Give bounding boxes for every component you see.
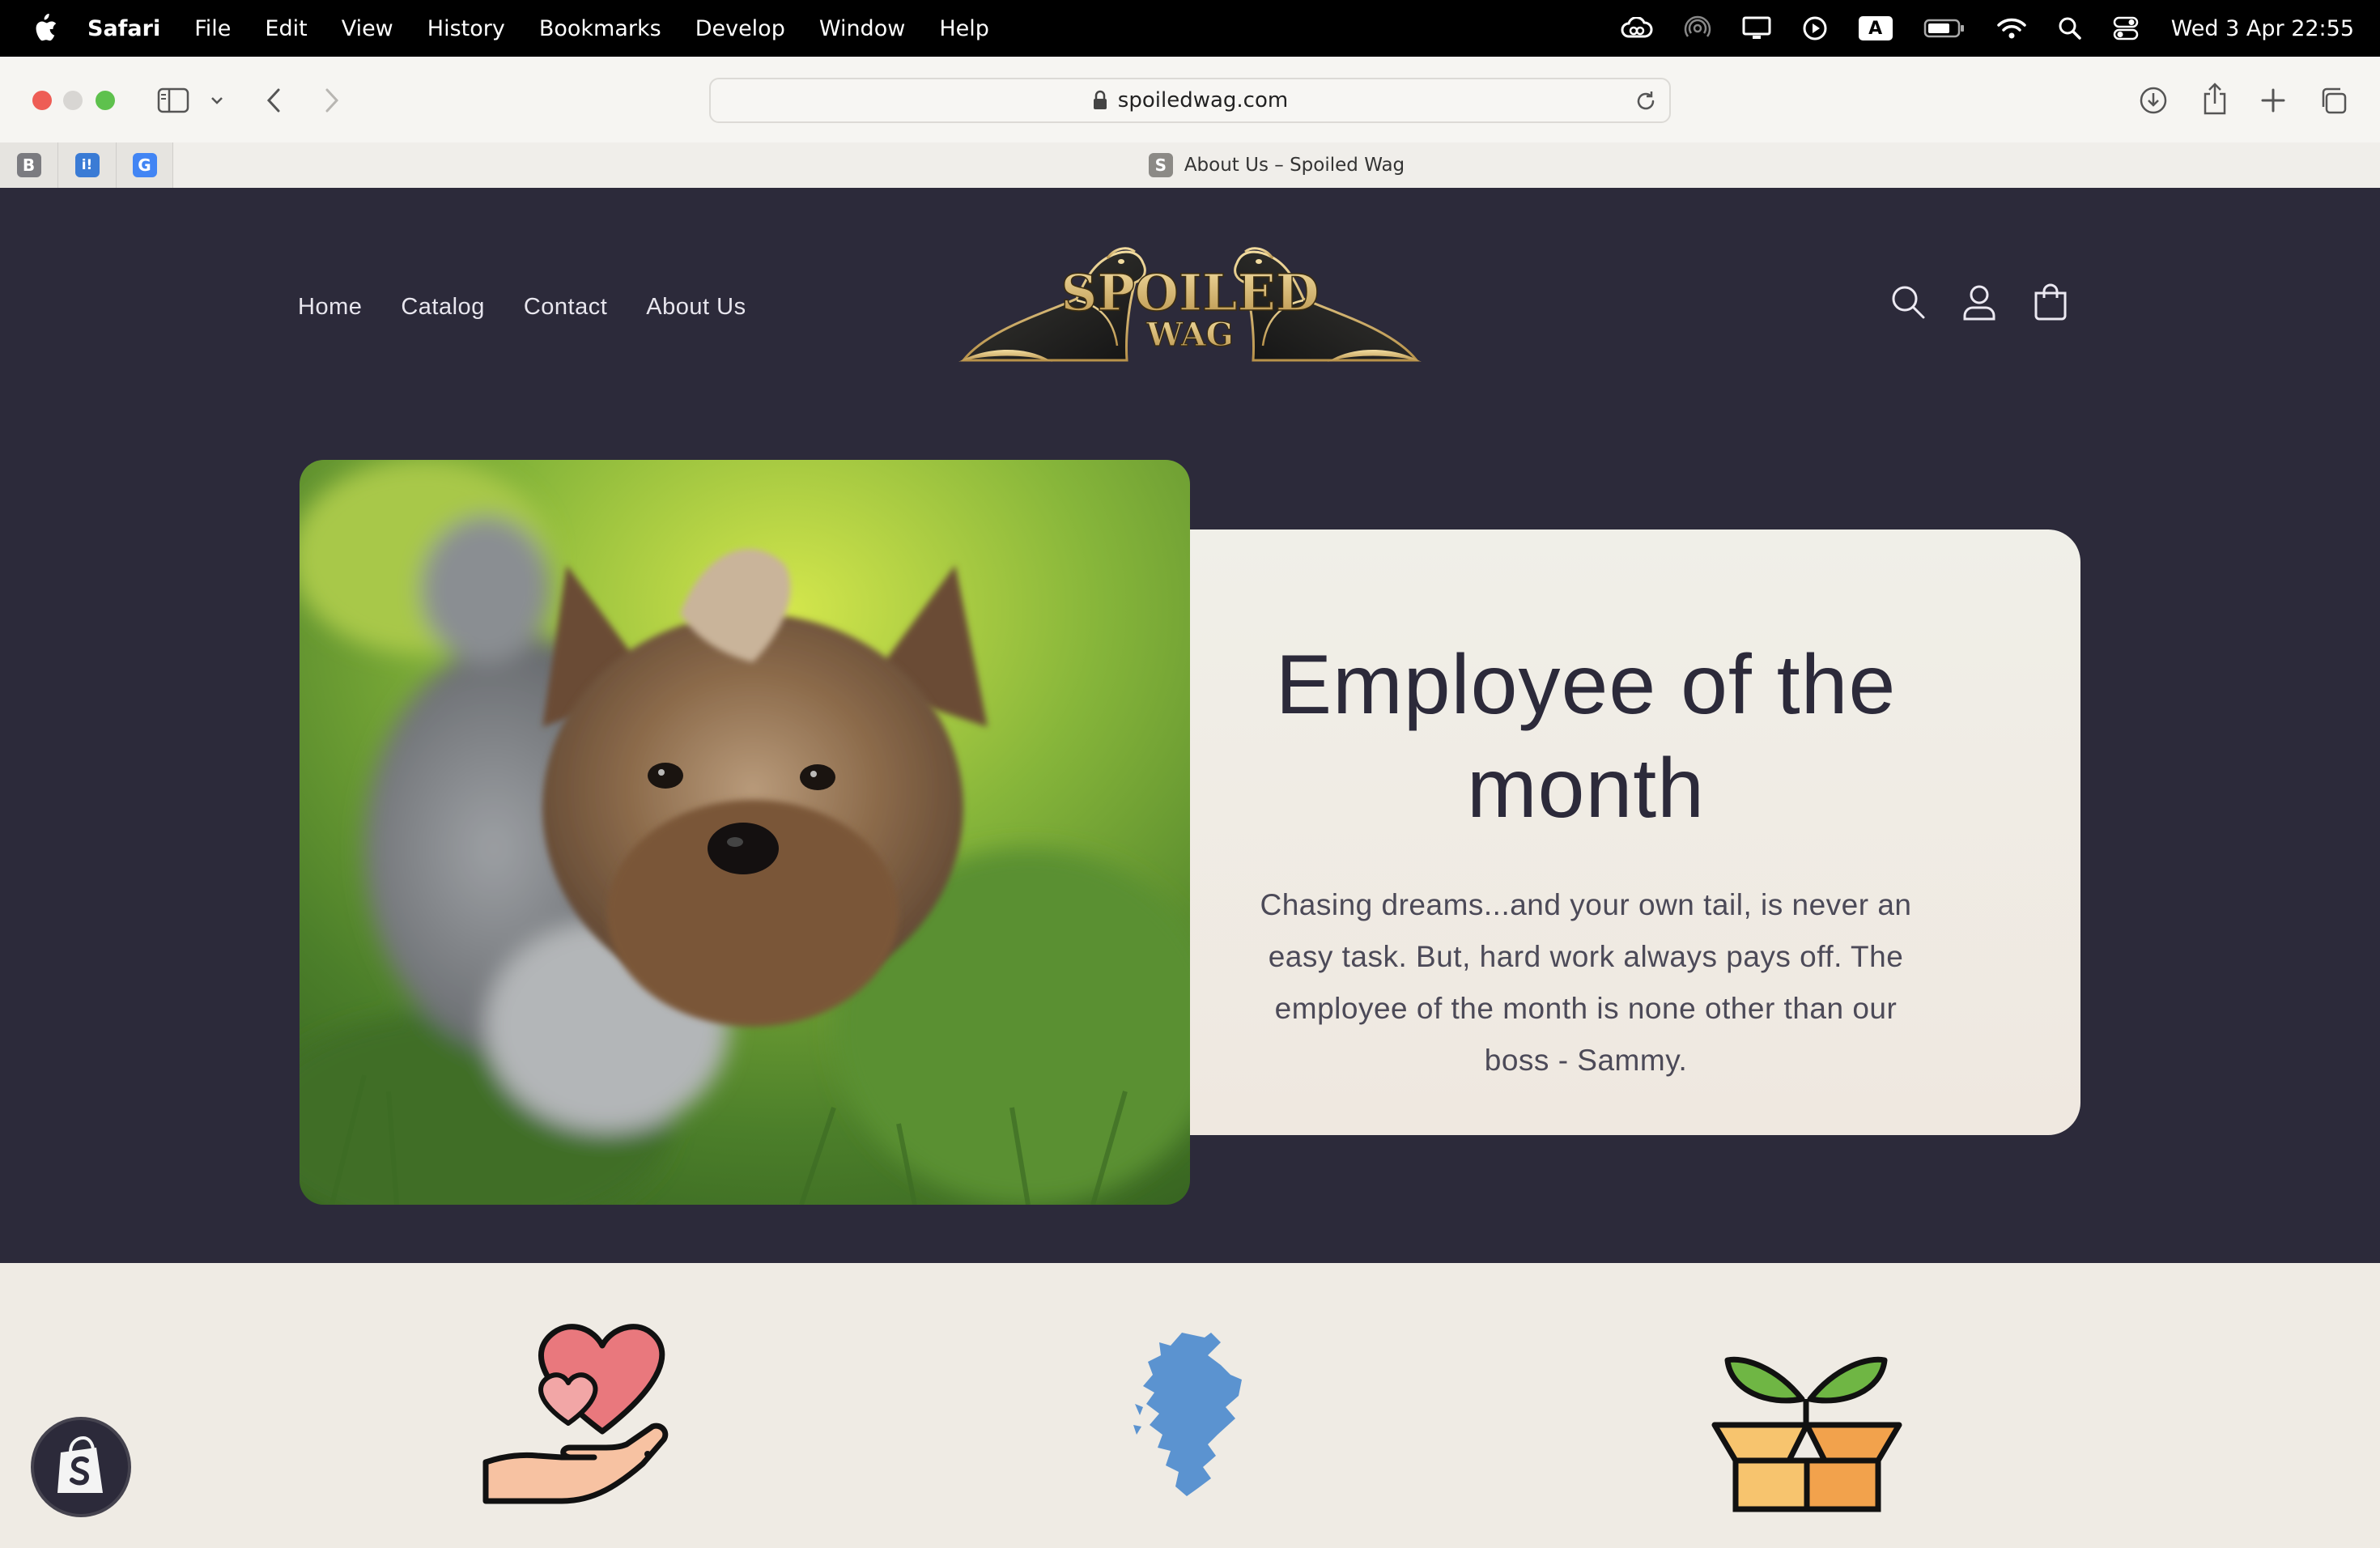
plant-box-icon <box>1711 1356 1902 1512</box>
hand-heart-icon <box>482 1324 669 1504</box>
account-icon[interactable] <box>1959 282 2000 322</box>
tab-overview-icon[interactable] <box>2315 83 2351 118</box>
airdrop-icon[interactable] <box>1684 15 1711 42</box>
active-tab[interactable]: S About Us – Spoiled Wag <box>173 142 2380 188</box>
spoiled-wag-logo[interactable]: SPOILED WAG <box>955 232 1425 370</box>
employee-of-month-card: Employee of the month Chasing dreams...a… <box>1190 529 2080 1135</box>
site-nav: Home Catalog Contact About Us <box>298 287 785 327</box>
nav-about-us[interactable]: About Us <box>646 294 746 321</box>
menu-safari[interactable]: Safari <box>87 16 160 41</box>
tab-group-chevron-down-icon[interactable] <box>207 91 227 110</box>
back-button[interactable] <box>259 83 288 118</box>
url-text: spoiledwag.com <box>1117 88 1289 113</box>
pinned-tab-b[interactable]: B <box>0 142 58 188</box>
menu-window[interactable]: Window <box>819 16 905 41</box>
spotlight-icon[interactable] <box>2058 16 2082 40</box>
menu-bookmarks[interactable]: Bookmarks <box>539 16 661 41</box>
reload-icon[interactable] <box>1634 89 1658 119</box>
hero-body: Chasing dreams...and your own tail, is n… <box>1260 888 1912 1077</box>
hero-heading: Employee of the month <box>1275 638 1897 836</box>
menu-help[interactable]: Help <box>939 16 989 41</box>
nav-home[interactable]: Home <box>298 294 362 321</box>
control-center-icon[interactable] <box>2113 16 2139 40</box>
apple-logo-icon[interactable] <box>31 13 58 44</box>
close-window-button[interactable] <box>32 91 52 110</box>
sidebar-toggle-icon[interactable] <box>155 84 191 117</box>
web-page: Home Catalog Contact About Us SPOILED WA… <box>0 188 2380 1548</box>
tab-favicon: S <box>1148 153 1173 177</box>
minimize-window-button[interactable] <box>63 91 83 110</box>
nav-catalog[interactable]: Catalog <box>401 294 484 321</box>
new-tab-icon[interactable] <box>2255 83 2291 118</box>
creative-cloud-icon[interactable] <box>1621 17 1653 40</box>
address-bar[interactable]: spoiledwag.com <box>709 78 1671 123</box>
shopify-bag-icon <box>57 1436 103 1493</box>
tab-title: About Us – Spoiled Wag <box>1184 155 1405 176</box>
logo-text-spoiled: SPOILED <box>1060 263 1319 322</box>
menu-develop[interactable]: Develop <box>695 16 785 41</box>
pinned-tab-translate[interactable]: G <box>117 142 173 188</box>
play-icon[interactable] <box>1802 15 1828 41</box>
pinned-tab-info[interactable]: i! <box>58 142 117 188</box>
features-strip <box>0 1263 2380 1548</box>
zoom-window-button[interactable] <box>96 91 115 110</box>
search-icon[interactable] <box>1888 282 1928 322</box>
logo-text-wag: WAG <box>1145 316 1234 354</box>
menubar-clock[interactable]: Wed 3 Apr 22:55 <box>2171 16 2354 41</box>
lock-icon <box>1092 90 1108 111</box>
menu-edit[interactable]: Edit <box>265 16 307 41</box>
scotland-map-icon <box>1133 1333 1242 1496</box>
menu-file[interactable]: File <box>194 16 231 41</box>
menu-view[interactable]: View <box>342 16 393 41</box>
nav-contact[interactable]: Contact <box>524 294 607 321</box>
cart-icon[interactable] <box>2030 282 2071 322</box>
input-source-icon[interactable]: A <box>1858 16 1893 40</box>
menu-bar: Safari File Edit View History Bookmarks … <box>0 0 2380 57</box>
employee-dog-photo <box>300 460 1190 1205</box>
menu-history[interactable]: History <box>427 16 505 41</box>
downloads-icon[interactable] <box>2136 83 2171 118</box>
display-icon[interactable] <box>1742 16 1771 40</box>
forward-button[interactable] <box>317 83 346 118</box>
share-icon[interactable] <box>2197 79 2233 118</box>
shopify-chat-button[interactable] <box>31 1417 131 1517</box>
wifi-icon[interactable] <box>1996 16 2027 40</box>
battery-icon[interactable] <box>1923 18 1966 39</box>
